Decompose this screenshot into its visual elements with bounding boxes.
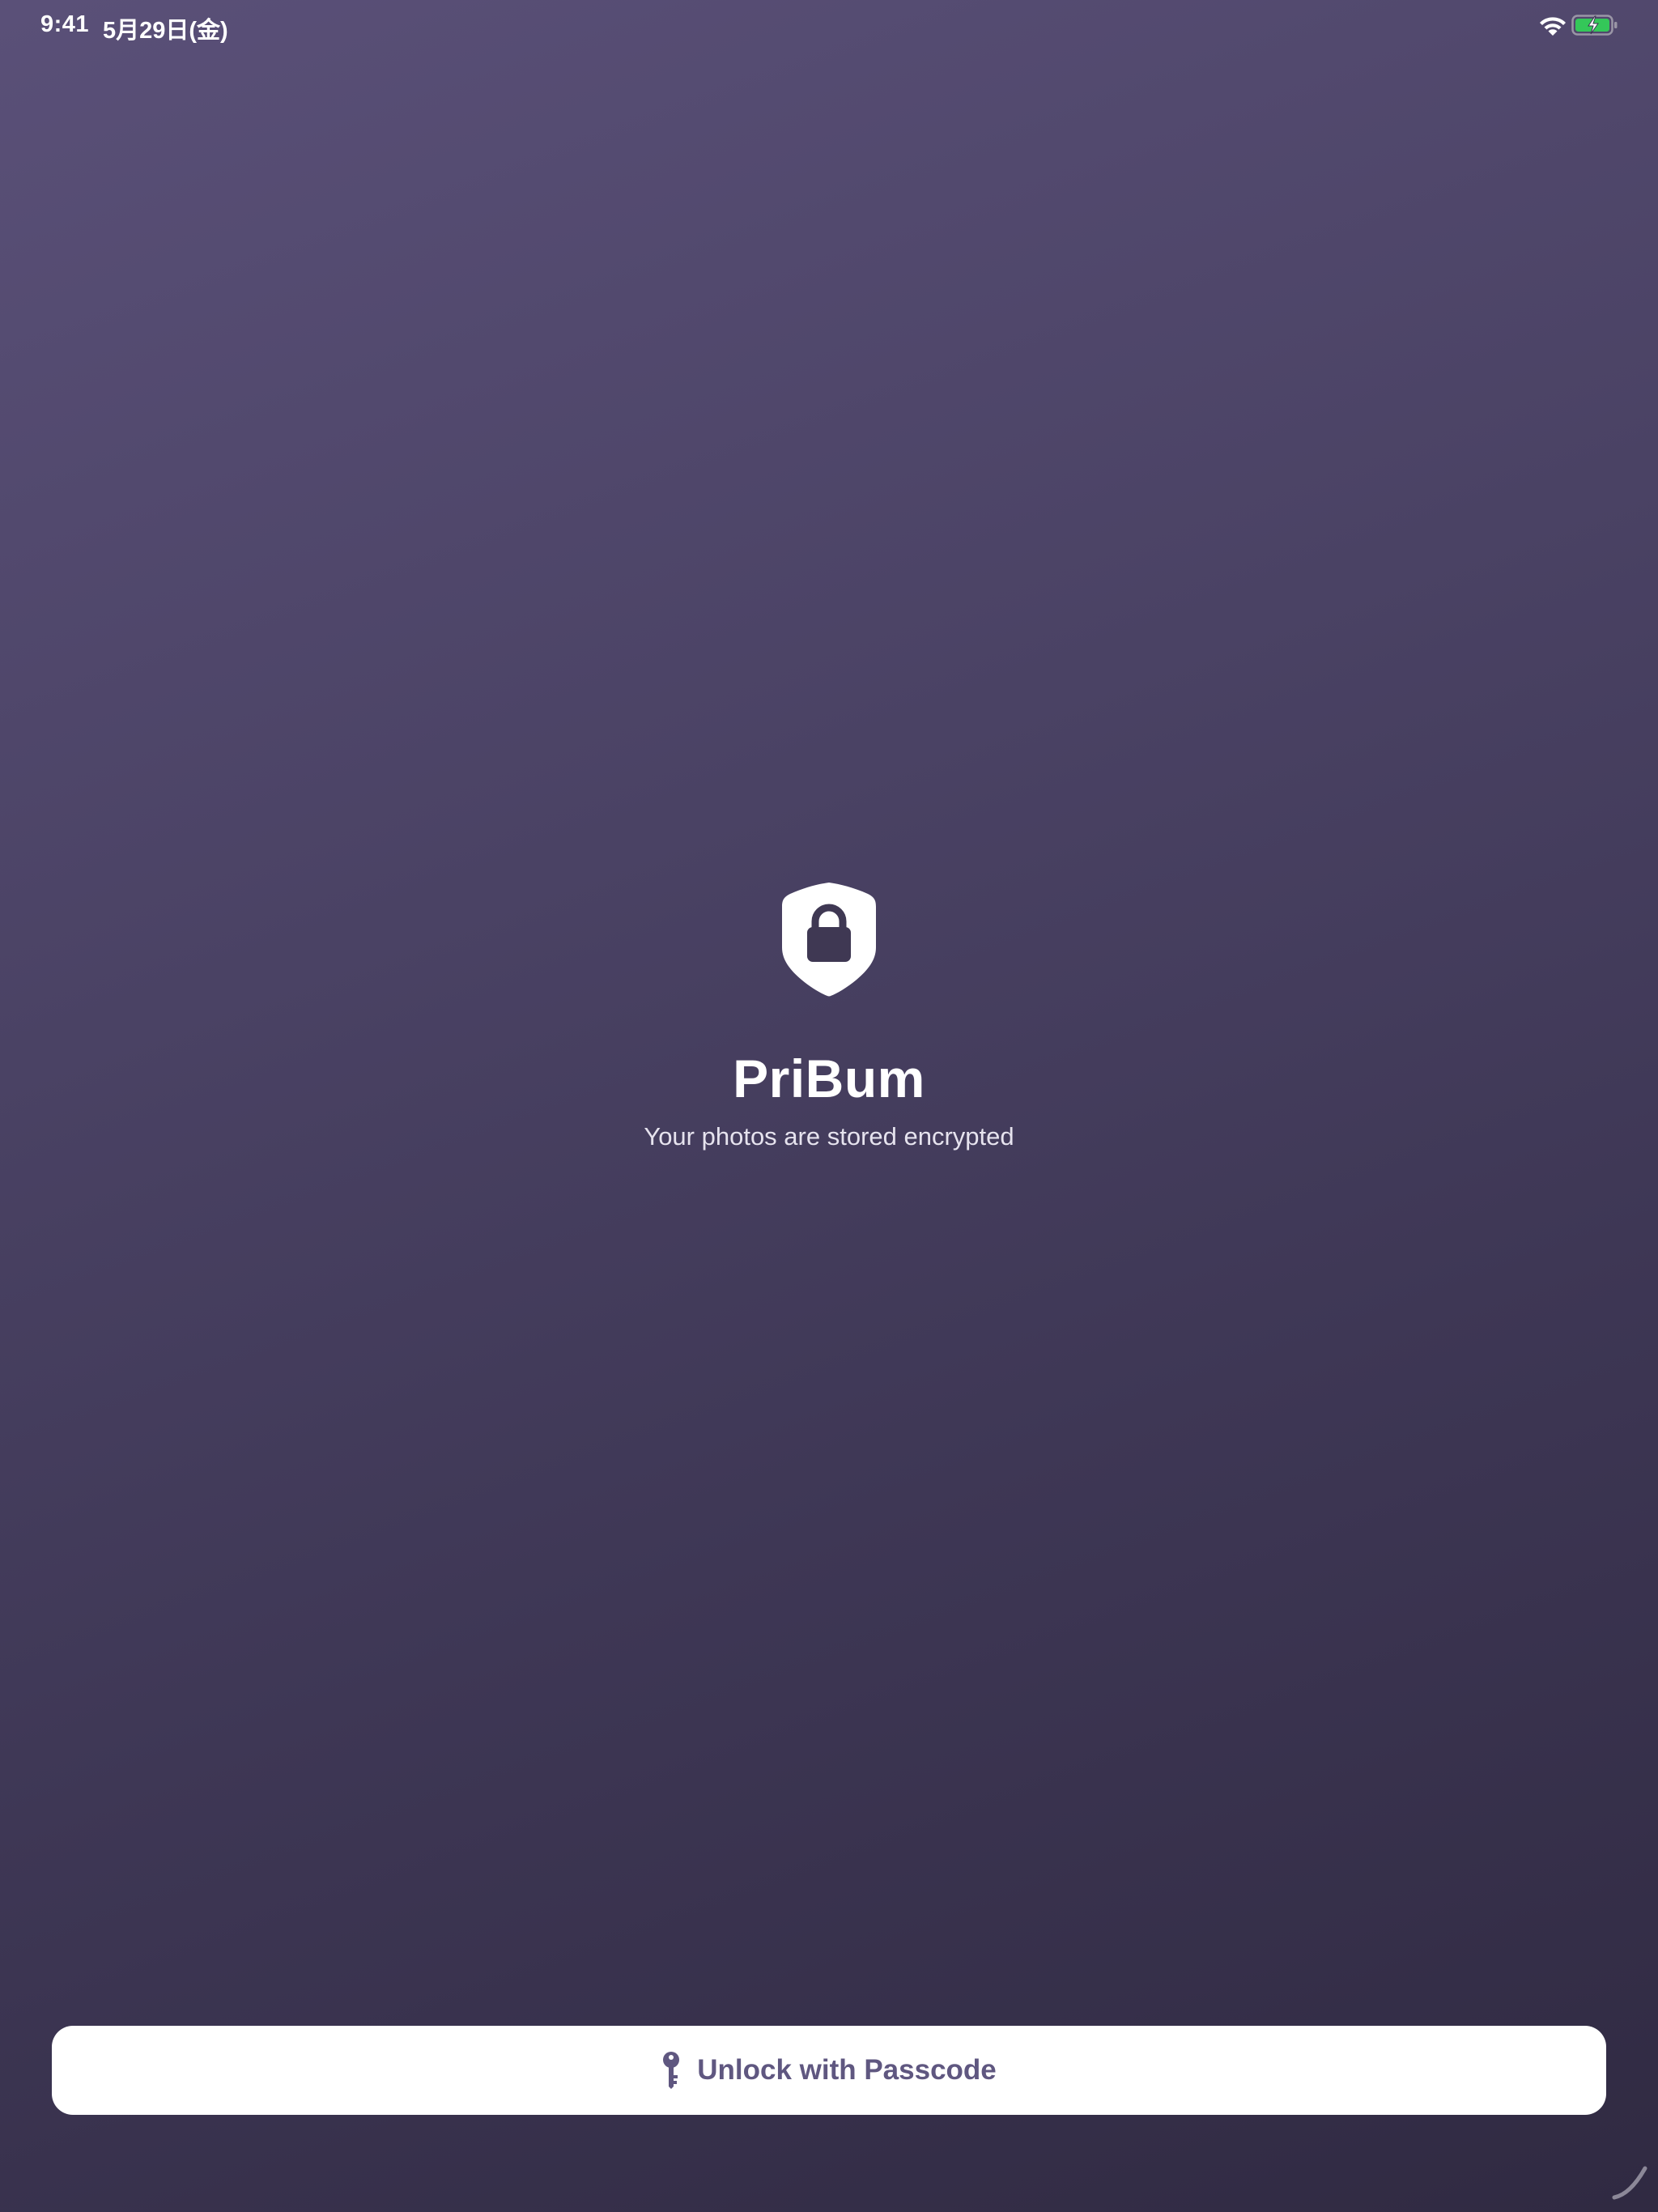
pencil-hover-indicator (1612, 2166, 1647, 2200)
app-header: PriBum Your photos are stored encrypted (0, 881, 1658, 1153)
app-title: PriBum (733, 1049, 925, 1108)
battery-charging-icon (1571, 15, 1618, 36)
status-time: 9:41 (40, 11, 90, 37)
unlock-with-passcode-button[interactable]: Unlock with Passcode (52, 2026, 1606, 2115)
wifi-icon (1540, 17, 1566, 36)
key-icon (663, 2052, 680, 2089)
unlock-button-label: Unlock with Passcode (697, 2054, 997, 2086)
status-date: 5月29日(金) (103, 18, 228, 44)
lock-shield-icon (782, 883, 876, 997)
status-bar: 9:41 5月29日(金) (0, 0, 1658, 52)
app-subtitle: Your photos are stored encrypted (644, 1122, 1014, 1151)
